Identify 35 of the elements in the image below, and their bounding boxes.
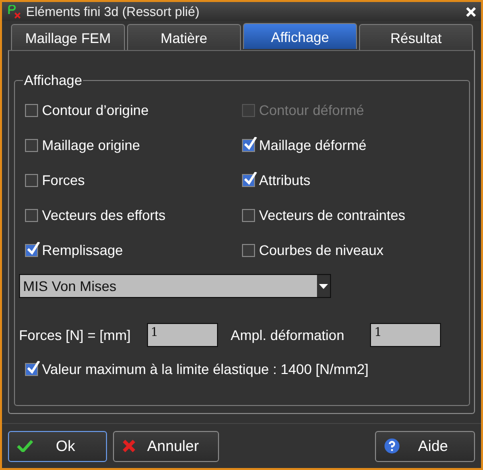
tab[interactable]: Maillage FEM xyxy=(11,24,125,50)
button[interactable]: Ok xyxy=(8,430,107,462)
checkmark-icon xyxy=(244,136,257,150)
checkmark-icon xyxy=(244,172,257,184)
app-icon xyxy=(6,4,22,18)
close-icon xyxy=(122,439,136,453)
checkmark-icon xyxy=(27,242,40,254)
field-label: Ampl. déformation xyxy=(230,327,344,343)
field-label: Forces [N] = [mm] xyxy=(19,327,131,343)
checkbox[interactable]: Contour d’origine xyxy=(25,100,242,120)
checkbox[interactable]: Maillage déformé xyxy=(242,135,463,155)
checkbox[interactable]: Valeur maximum à la limite élastique : 1400 [N/mm2] xyxy=(25,359,463,379)
button[interactable]: Aide xyxy=(375,430,475,462)
window-title: Eléments fini 3d (Ressort plié) xyxy=(26,4,200,19)
checkbox[interactable]: Attributs xyxy=(242,170,463,190)
tab[interactable]: Résultat xyxy=(359,24,473,50)
checkbox: Contour déformé xyxy=(242,100,463,120)
input-field[interactable]: 1 xyxy=(370,323,442,347)
input-field[interactable]: 1 xyxy=(146,323,218,347)
checkbox[interactable]: Forces xyxy=(25,170,242,190)
checkbox[interactable]: Vecteurs des efforts xyxy=(25,205,242,225)
help-icon xyxy=(384,438,400,454)
checkbox[interactable]: Remplissage xyxy=(25,240,242,260)
checkmark-icon xyxy=(27,360,40,374)
button[interactable]: Annuler xyxy=(113,430,219,462)
checkbox[interactable]: Vecteurs de contraintes xyxy=(242,205,463,225)
caret-icon xyxy=(319,284,328,288)
tab[interactable]: Affichage xyxy=(243,23,357,49)
group-title: Affichage xyxy=(23,72,84,88)
checkbox[interactable]: Courbes de niveaux xyxy=(242,240,463,260)
checkmark-icon xyxy=(17,440,33,452)
dropdown[interactable]: MIS Von Mises xyxy=(19,274,331,298)
tab[interactable]: Matière xyxy=(127,24,241,50)
checkbox[interactable]: Maillage origine xyxy=(25,135,242,155)
close-icon[interactable] xyxy=(465,6,477,18)
